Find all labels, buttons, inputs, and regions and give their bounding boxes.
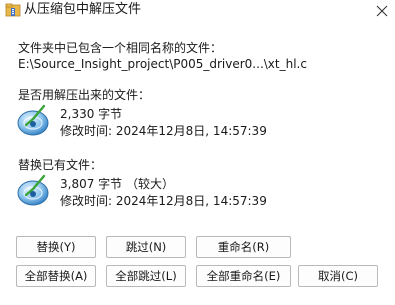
conflict-file-path: E:\Source_Insight_project\P005_driver0..… bbox=[18, 57, 307, 71]
globe-file-icon bbox=[17, 174, 49, 206]
close-icon bbox=[376, 5, 388, 17]
cancel-button[interactable]: 取消(C) bbox=[298, 265, 378, 287]
skip-all-button[interactable]: 全部跳过(L) bbox=[106, 265, 186, 287]
archive-folder-icon bbox=[5, 3, 21, 17]
extract-conflict-dialog: 从压缩包中解压文件 文件夹中已包含一个相同名称的文件： E:\Source_In… bbox=[0, 0, 395, 305]
replace-question: 是否用解压出来的文件： bbox=[18, 88, 151, 102]
replace-button[interactable]: 替换(Y) bbox=[16, 236, 96, 258]
replace-all-button[interactable]: 全部替换(A) bbox=[16, 265, 96, 287]
globe-file-icon bbox=[17, 104, 49, 136]
new-file-size: 2,330 字节 bbox=[60, 107, 123, 121]
window-title: 从压缩包中解压文件 bbox=[24, 2, 142, 17]
close-button[interactable] bbox=[371, 1, 393, 21]
existing-file-question: 替换已有文件： bbox=[18, 158, 103, 172]
rename-button[interactable]: 重命名(R) bbox=[196, 236, 291, 258]
new-file-modified: 修改时间: 2024年12月8日, 14:57:39 bbox=[60, 124, 267, 138]
rename-all-button[interactable]: 全部重命名(E) bbox=[196, 265, 291, 287]
skip-button[interactable]: 跳过(N) bbox=[106, 236, 186, 258]
existing-file-size: 3,807 字节 （较大） bbox=[60, 177, 174, 191]
conflict-message: 文件夹中已包含一个相同名称的文件： bbox=[18, 41, 223, 55]
existing-file-modified: 修改时间: 2024年12月8日, 14:57:39 bbox=[60, 194, 267, 208]
title-bar: 从压缩包中解压文件 bbox=[0, 0, 395, 22]
